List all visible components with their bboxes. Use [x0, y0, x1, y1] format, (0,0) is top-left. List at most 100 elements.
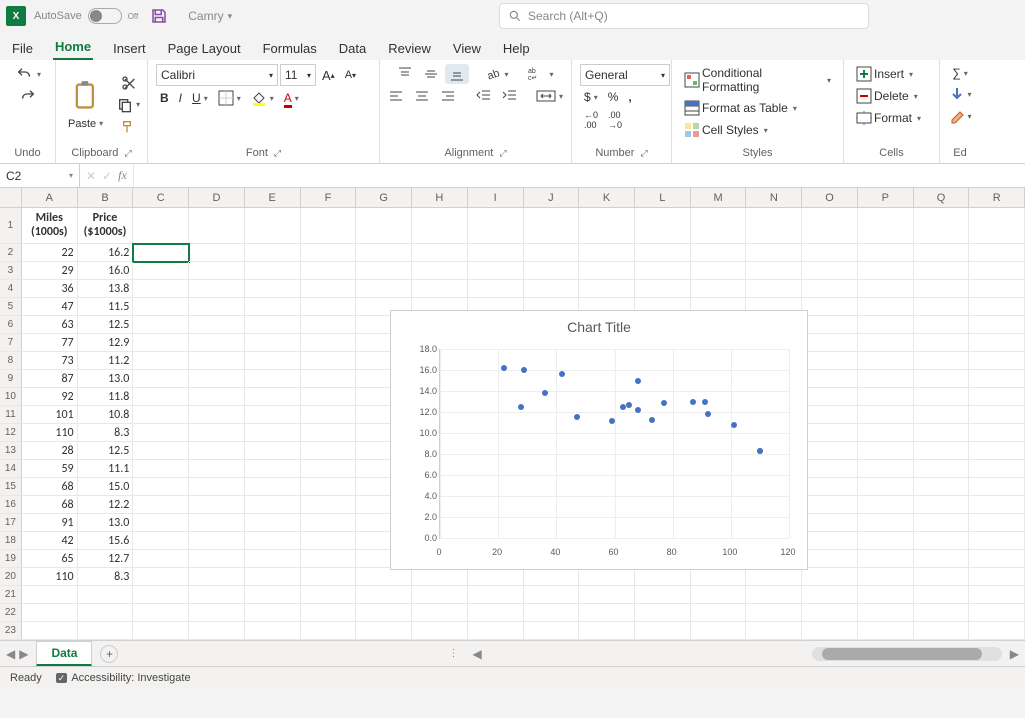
cell[interactable]: [524, 280, 580, 298]
cell[interactable]: [802, 316, 858, 334]
toggle-track[interactable]: [88, 8, 122, 24]
cell[interactable]: 65: [22, 550, 78, 568]
cell[interactable]: 110: [22, 424, 78, 442]
cell[interactable]: [969, 622, 1025, 640]
cell[interactable]: [189, 550, 245, 568]
row-header[interactable]: 8: [0, 352, 22, 370]
column-header[interactable]: C: [133, 188, 189, 207]
cell[interactable]: 15.0: [78, 478, 134, 496]
increase-font-button[interactable]: A▴: [318, 66, 339, 85]
cell[interactable]: [468, 622, 524, 640]
row-header[interactable]: 1: [0, 208, 22, 244]
wrap-text-button[interactable]: abc↵: [523, 64, 558, 84]
cell[interactable]: 22: [22, 244, 78, 262]
cell[interactable]: [802, 262, 858, 280]
cell[interactable]: 12.2: [78, 496, 134, 514]
font-name-select[interactable]: Calibri▾: [156, 64, 278, 86]
cell[interactable]: 8.3: [78, 568, 134, 586]
cell[interactable]: [189, 262, 245, 280]
chart-plot-area[interactable]: [439, 349, 789, 539]
cell[interactable]: [133, 496, 189, 514]
orientation-button[interactable]: ab: [481, 64, 512, 84]
sheet-tab-data[interactable]: Data: [36, 641, 92, 666]
cell[interactable]: [635, 262, 691, 280]
cell[interactable]: [133, 478, 189, 496]
paste-button[interactable]: [68, 78, 104, 114]
data-point[interactable]: [757, 448, 763, 454]
data-point[interactable]: [518, 404, 524, 410]
cell[interactable]: [412, 244, 468, 262]
row-header[interactable]: 14: [0, 460, 22, 478]
cell[interactable]: [133, 532, 189, 550]
font-launcher[interactable]: ⤢: [274, 148, 281, 159]
cell[interactable]: [245, 622, 301, 640]
column-header[interactable]: I: [468, 188, 524, 207]
cell[interactable]: [245, 280, 301, 298]
chart-title[interactable]: Chart Title: [391, 311, 807, 339]
borders-button[interactable]: [214, 88, 245, 108]
row-header[interactable]: 10: [0, 388, 22, 406]
align-center-button[interactable]: [410, 86, 434, 106]
row-header[interactable]: 22: [0, 604, 22, 622]
data-point[interactable]: [705, 411, 711, 417]
column-header[interactable]: K: [579, 188, 635, 207]
cell[interactable]: [579, 280, 635, 298]
cell[interactable]: [802, 532, 858, 550]
increase-indent-button[interactable]: [498, 86, 522, 106]
cell[interactable]: [579, 586, 635, 604]
cell[interactable]: [746, 280, 802, 298]
cell[interactable]: [914, 568, 970, 586]
column-header[interactable]: O: [802, 188, 858, 207]
cell[interactable]: 68: [22, 496, 78, 514]
cell[interactable]: [969, 388, 1025, 406]
cell[interactable]: 110: [22, 568, 78, 586]
cell[interactable]: [356, 586, 412, 604]
column-header[interactable]: N: [746, 188, 802, 207]
cell[interactable]: [802, 550, 858, 568]
cell[interactable]: [802, 514, 858, 532]
autosum-button[interactable]: ∑: [948, 64, 972, 82]
cell[interactable]: [579, 208, 635, 244]
cell[interactable]: [468, 280, 524, 298]
cancel-formula-icon[interactable]: ✕: [86, 169, 96, 183]
cell[interactable]: [22, 604, 78, 622]
cell[interactable]: 47: [22, 298, 78, 316]
cell[interactable]: [301, 352, 357, 370]
cell[interactable]: [524, 262, 580, 280]
cell[interactable]: [301, 334, 357, 352]
cell[interactable]: [189, 586, 245, 604]
font-color-button[interactable]: A: [280, 89, 303, 107]
cell[interactable]: [245, 568, 301, 586]
cell[interactable]: [133, 316, 189, 334]
cell[interactable]: [579, 622, 635, 640]
cell[interactable]: 101: [22, 406, 78, 424]
cell[interactable]: [691, 208, 747, 244]
cell[interactable]: [245, 316, 301, 334]
data-point[interactable]: [731, 422, 737, 428]
cell[interactable]: [189, 460, 245, 478]
new-sheet-button[interactable]: +: [100, 645, 118, 663]
cell[interactable]: [468, 586, 524, 604]
cell[interactable]: [245, 244, 301, 262]
cell[interactable]: [189, 496, 245, 514]
cell[interactable]: [189, 568, 245, 586]
cell[interactable]: [468, 262, 524, 280]
cell[interactable]: [301, 496, 357, 514]
cell[interactable]: [356, 280, 412, 298]
cell[interactable]: 11.5: [78, 298, 134, 316]
undo-button[interactable]: [10, 64, 45, 84]
column-header[interactable]: J: [524, 188, 580, 207]
cell[interactable]: [858, 532, 914, 550]
cell[interactable]: [189, 298, 245, 316]
cell[interactable]: [22, 622, 78, 640]
cell[interactable]: [802, 496, 858, 514]
cell[interactable]: [802, 208, 858, 244]
tab-formulas[interactable]: Formulas: [261, 37, 319, 60]
cell[interactable]: [635, 244, 691, 262]
format-cells-button[interactable]: Format: [852, 108, 931, 128]
cell[interactable]: [356, 622, 412, 640]
merge-center-button[interactable]: [532, 86, 567, 106]
cell[interactable]: [858, 334, 914, 352]
cell[interactable]: [133, 334, 189, 352]
conditional-formatting-button[interactable]: Conditional Formatting: [680, 64, 835, 96]
